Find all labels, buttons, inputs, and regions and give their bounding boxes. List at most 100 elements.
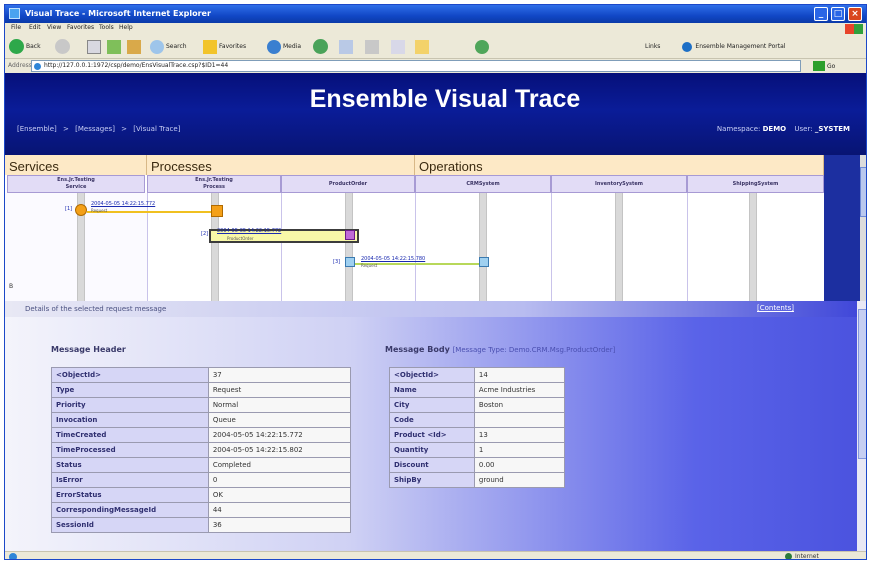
column-service: Ens.Jr.Testing Service [7,175,145,193]
page-icon [34,63,41,70]
operations-header: Operations [415,155,824,175]
history-button[interactable] [313,38,328,55]
links-bar: Links Ensemble Management Portal [645,39,825,54]
message-target-icon[interactable] [345,230,355,240]
address-bar: Address http://127.0.0.1:1972/csp/demo/E… [5,59,866,73]
messenger-button[interactable] [475,38,489,55]
message-link[interactable]: 2004-05-05 14:22:15.772 [217,228,281,234]
column-crm-system: CRMSystem [415,175,551,193]
windows-logo-icon [845,24,863,34]
menu-edit[interactable]: Edit [29,24,41,31]
forward-button[interactable] [55,38,70,55]
edit-button[interactable] [391,38,405,55]
page-content: Ensemble Visual Trace [Ensemble] > [Mess… [5,73,866,551]
ie-icon [9,8,20,19]
breadcrumb-ensemble[interactable]: [Ensemble] [17,125,57,133]
scroll-thumb[interactable] [860,167,866,217]
field-name: Discount [389,457,475,473]
address-label: Address [8,62,32,69]
field-value: 0 [207,472,352,488]
menu-help[interactable]: Help [119,24,133,31]
field-value: Acme Industries [473,382,566,398]
folder-button[interactable] [415,38,429,55]
search-button[interactable]: Search [150,38,187,55]
field-name: TimeCreated [51,427,209,443]
message-type-label: ProductOrder [227,236,254,241]
lifeline-shipping-system [749,193,757,301]
message-target-icon[interactable] [479,257,489,267]
table-row: CorrespondingMessageId 44 [51,502,352,518]
details-scrollbar[interactable] [857,301,866,551]
field-name: Name [389,382,475,398]
globe-icon [785,553,792,559]
lifeline-inventory-system [615,193,623,301]
refresh-button[interactable] [107,38,121,55]
field-name: TimeProcessed [51,442,209,458]
breadcrumb-messages[interactable]: [Messages] [75,125,115,133]
field-name: Code [389,412,475,428]
message-link[interactable]: 2004-05-05 14:22:15.780 [361,256,425,262]
table-row: Discount 0.00 [389,457,566,473]
table-row: Name Acme Industries [389,382,566,398]
field-name: Status [51,457,209,473]
breadcrumb: [Ensemble] > [Messages] > [Visual Trace] [17,125,184,133]
folder-icon [415,39,429,54]
field-value: Request [207,382,352,398]
table-row: SessionId 36 [51,517,352,533]
media-button[interactable]: Media [267,38,301,55]
table-row: Status Completed [51,457,352,473]
message-type-label: Request [91,208,108,213]
maximize-button[interactable]: □ [831,7,845,21]
user-value: _SYSTEM [814,125,850,133]
home-button[interactable] [127,38,141,55]
field-name: Invocation [51,412,209,428]
print-button[interactable] [365,38,379,55]
message-link[interactable]: 2004-05-05 14:22:15.772 [91,201,155,207]
title-bar[interactable]: Visual Trace - Microsoft Internet Explor… [5,5,866,23]
message-number: [2] [201,231,209,237]
page-status-icon [9,553,17,559]
menu-view[interactable]: View [47,24,61,31]
minimize-button[interactable]: _ [814,7,828,21]
field-value: Completed [207,457,352,473]
message-source-icon[interactable] [75,204,87,216]
field-value: Queue [207,412,352,428]
search-icon [150,39,164,54]
stop-button[interactable] [87,38,101,55]
favorites-button[interactable]: Favorites [203,38,246,55]
ensemble-icon [682,41,693,52]
table-row: TimeCreated 2004-05-05 14:22:15.772 [51,427,352,443]
address-input[interactable]: http://127.0.0.1:1972/csp/demo/EnsVisual… [31,60,801,72]
menu-tools[interactable]: Tools [99,24,114,31]
column-inventory-system: InventorySystem [551,175,687,193]
side-marker: B [9,283,14,290]
field-value: 13 [473,427,566,443]
table-row: TimeProcessed 2004-05-05 14:22:15.802 [51,442,352,458]
back-arrow-icon [9,39,24,54]
go-button[interactable]: Go [813,60,853,72]
message-target-icon[interactable] [211,205,223,217]
table-row: ErrorStatus OK [51,487,352,503]
field-name: Product <Id> [389,427,475,443]
namespace-value: DEMO [762,125,787,133]
scroll-thumb[interactable] [858,309,866,459]
table-row: IsError 0 [51,472,352,488]
trace-scrollbar[interactable] [824,155,866,301]
menu-favorites[interactable]: Favorites [67,24,94,31]
table-row: City Boston [389,397,566,413]
security-zone: Internet [785,553,819,559]
menu-file[interactable]: File [11,24,21,31]
mail-icon [339,39,353,54]
mail-button[interactable] [339,38,353,55]
field-name: <ObjectId> [51,367,209,383]
close-button[interactable]: × [848,7,862,21]
table-row: Product <Id> 13 [389,427,566,443]
contents-link[interactable]: [Contents] [757,304,794,312]
breadcrumb-visual-trace[interactable]: [Visual Trace] [133,125,180,133]
field-value: 2004-05-05 14:22:15.772 [207,427,352,443]
link-management-portal[interactable]: Ensemble Management Portal [695,43,785,50]
message-source-icon[interactable] [345,257,355,267]
breadcrumb-separator: > [121,125,128,133]
back-button[interactable]: Back [9,38,41,55]
field-name: SessionId [51,517,209,533]
